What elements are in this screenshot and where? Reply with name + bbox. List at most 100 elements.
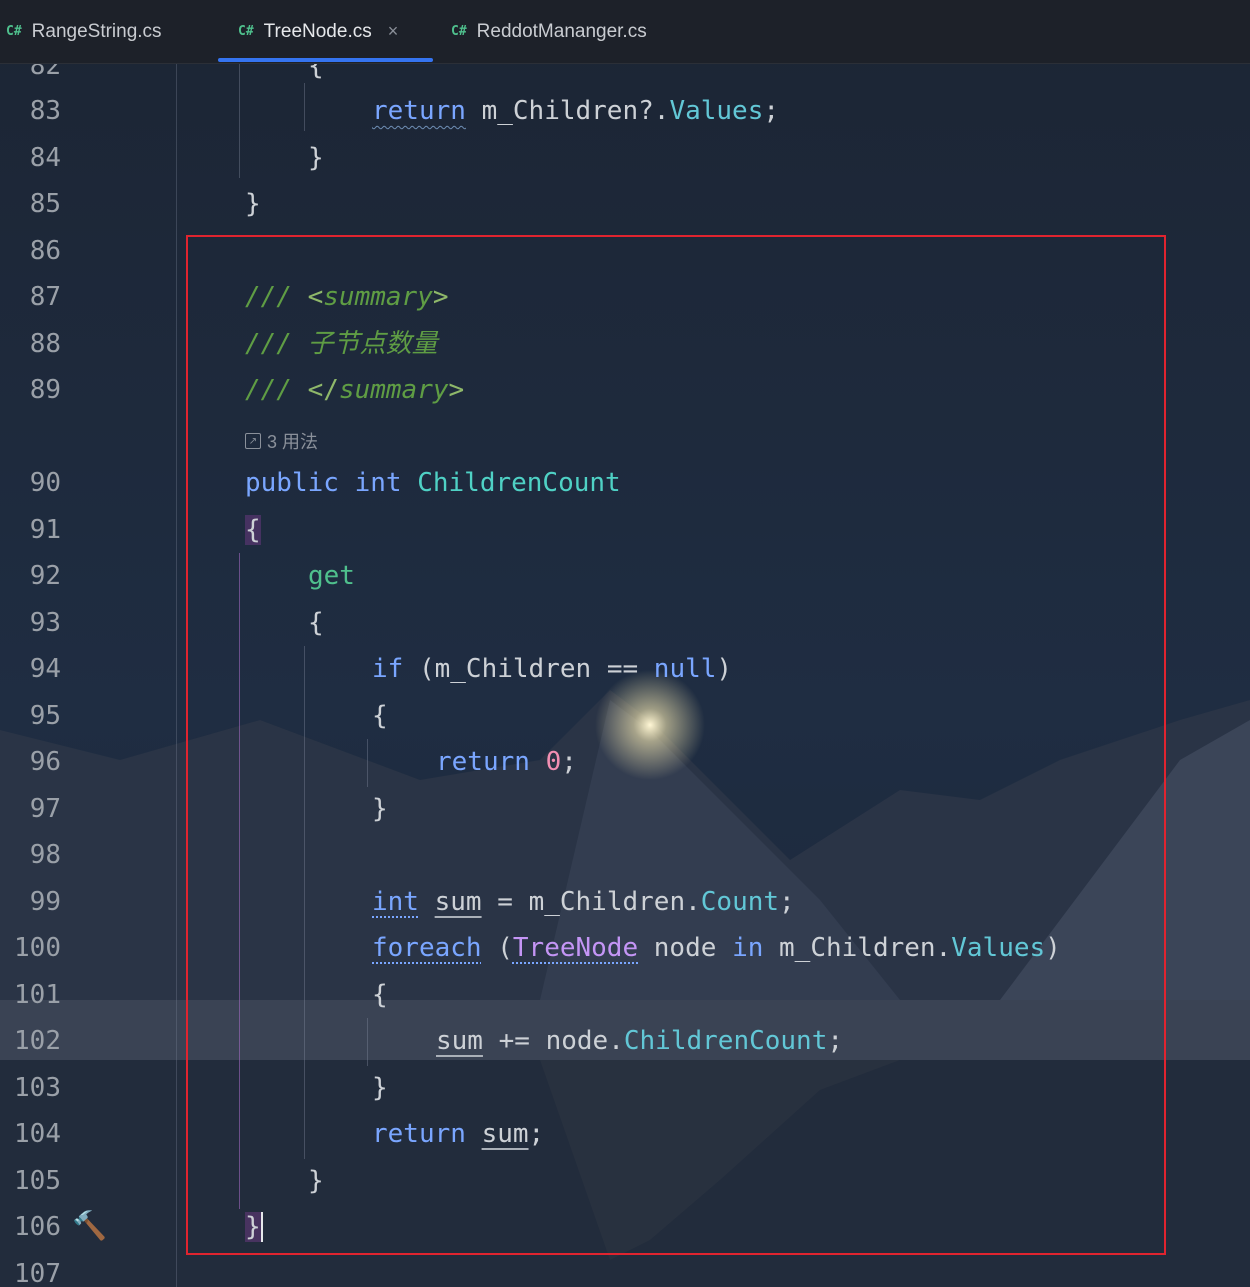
token: sum xyxy=(481,1119,529,1149)
tab-rangestring[interactable]: C# RangeString.cs xyxy=(6,0,162,63)
code-line: return 0; xyxy=(436,747,577,777)
token: } xyxy=(308,1166,324,1196)
token: m_Children xyxy=(481,96,639,126)
code-line: { xyxy=(308,63,324,81)
line-number: 104 xyxy=(14,1119,61,1149)
hammer-icon[interactable]: 🔨 xyxy=(72,1209,107,1242)
token: return xyxy=(372,1119,466,1149)
token: < xyxy=(307,282,324,312)
token: { xyxy=(372,980,388,1010)
token: > xyxy=(432,282,449,312)
token: get xyxy=(308,561,355,591)
token: return xyxy=(436,747,530,777)
line-number: 87 xyxy=(29,282,61,312)
line-number: 92 xyxy=(29,561,61,591)
line-number: 82 xyxy=(29,63,61,81)
indent-guide xyxy=(304,646,305,1159)
line-number: 89 xyxy=(29,375,61,405)
code-line: public int ChildrenCount xyxy=(245,468,621,498)
token: if xyxy=(372,654,404,684)
indent-guide xyxy=(239,63,240,178)
token: ?. xyxy=(638,96,670,126)
token: node xyxy=(545,1026,609,1056)
external-link-icon: ↗ xyxy=(245,433,261,449)
tab-reddotmanager[interactable]: C# ReddotMananger.cs xyxy=(451,0,647,63)
code-line: } xyxy=(308,143,324,173)
token: } xyxy=(245,189,261,219)
token: summary xyxy=(323,282,433,312)
line-number: 98 xyxy=(29,840,61,870)
line-number: 95 xyxy=(29,701,61,731)
line-number: 107 xyxy=(14,1259,61,1287)
token: == xyxy=(606,654,639,684)
indent-guide xyxy=(367,739,368,787)
token: } xyxy=(308,143,324,173)
token: ) xyxy=(1045,933,1061,963)
token: . xyxy=(608,1026,624,1056)
line-number: 106 xyxy=(14,1212,61,1242)
code-line: return m_Children?.Values; xyxy=(372,96,779,126)
code-editor[interactable]: 82 83 84 85 86 87 88 89 90 91 92 93 94 9… xyxy=(0,63,1250,1287)
code-line: } xyxy=(245,189,261,219)
token: m_Children xyxy=(528,887,686,917)
token: /// xyxy=(245,282,292,312)
token: m_Children xyxy=(779,933,936,963)
token: sum xyxy=(436,1026,483,1056)
close-icon[interactable]: × xyxy=(388,21,399,42)
token: Values xyxy=(669,96,764,126)
token: ; xyxy=(779,887,795,917)
code-line: /// <summary> xyxy=(245,282,449,312)
token: . xyxy=(685,887,701,917)
line-number: 90 xyxy=(29,468,61,498)
token: ) xyxy=(716,654,733,684)
code-line: } xyxy=(308,1166,324,1196)
token: } xyxy=(245,1212,261,1242)
token: in xyxy=(732,933,764,963)
token: ; xyxy=(827,1026,844,1056)
token: summary xyxy=(338,375,449,405)
usages-label: 3 用法 xyxy=(267,432,319,452)
token: /// xyxy=(245,329,292,359)
token: Values xyxy=(951,933,1046,963)
token: m_Children xyxy=(434,654,592,684)
code-line: /// 子节点数量 xyxy=(245,329,438,359)
line-number: 101 xyxy=(14,980,61,1010)
editor-tab-bar: C# RangeString.cs C# TreeNode.cs × C# Re… xyxy=(0,0,1250,64)
token: </ xyxy=(307,375,339,405)
token: { xyxy=(308,63,324,81)
token: { xyxy=(245,515,261,545)
token: ChildrenCount xyxy=(417,468,621,498)
token: ( xyxy=(418,654,435,684)
token: int xyxy=(354,468,402,498)
code-line: sum += node.ChildrenCount; xyxy=(436,1026,843,1056)
tab-label: TreeNode.cs xyxy=(263,20,372,42)
csharp-file-icon: C# xyxy=(451,24,467,39)
tab-label: RangeString.cs xyxy=(31,20,162,42)
token: ; xyxy=(528,1119,545,1149)
code-line: } xyxy=(372,1073,388,1103)
line-number: 83 xyxy=(29,96,61,126)
line-number: 91 xyxy=(29,515,61,545)
token: Count xyxy=(700,887,780,917)
usages-hint[interactable]: ↗ 3 用法 xyxy=(245,428,318,454)
csharp-file-icon: C# xyxy=(238,24,254,39)
token: int xyxy=(372,887,419,917)
indent-guide xyxy=(367,1018,368,1066)
csharp-file-icon: C# xyxy=(6,24,22,39)
tab-label: ReddotMananger.cs xyxy=(476,20,647,42)
token: public xyxy=(245,468,339,498)
token: return xyxy=(372,96,466,126)
code-line: /// </summary> xyxy=(245,375,464,405)
token: sum xyxy=(434,887,482,917)
code-line: foreach (TreeNode node in m_Children.Val… xyxy=(372,933,1061,963)
code-line: { xyxy=(372,980,388,1010)
tab-treenode[interactable]: C# TreeNode.cs × xyxy=(238,0,398,63)
token: node xyxy=(653,933,717,963)
token: TreeNode xyxy=(512,933,639,963)
code-line: int sum = m_Children.Count; xyxy=(372,887,795,917)
token: ChildrenCount xyxy=(623,1026,828,1056)
code-line: if (m_Children == null) xyxy=(372,654,732,684)
line-number: 96 xyxy=(29,747,61,777)
token: null xyxy=(653,654,717,684)
token: ( xyxy=(497,933,513,963)
